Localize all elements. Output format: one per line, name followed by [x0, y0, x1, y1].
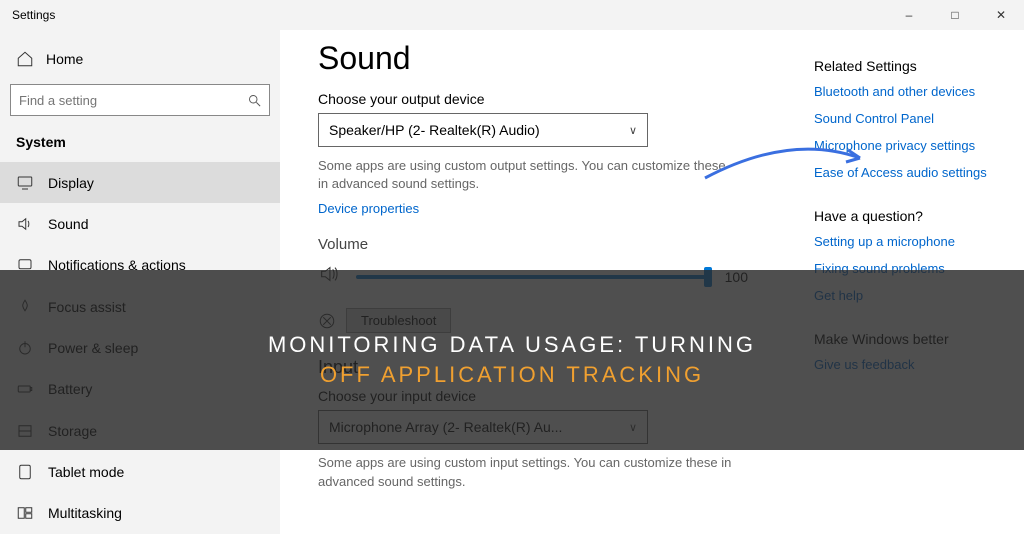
sidebar-item-label: Display [48, 175, 94, 191]
sidebar-item-sound[interactable]: Sound [0, 203, 280, 244]
home-label: Home [46, 51, 83, 67]
chevron-down-icon: ∨ [629, 124, 637, 137]
search-field[interactable] [11, 93, 239, 108]
output-device-value: Speaker/HP (2- Realtek(R) Audio) [329, 122, 540, 138]
related-link-ease-of-access[interactable]: Ease of Access audio settings [814, 165, 1004, 180]
output-device-label: Choose your output device [318, 91, 794, 107]
sidebar-group-label: System [0, 126, 280, 162]
sidebar-item-display[interactable]: Display [0, 162, 280, 203]
tablet-icon [16, 463, 34, 481]
question-heading: Have a question? [814, 208, 1004, 224]
related-heading: Related Settings [814, 58, 1004, 74]
sidebar-item-tablet[interactable]: Tablet mode [0, 451, 280, 492]
question-link-setup-mic[interactable]: Setting up a microphone [814, 234, 1004, 249]
title-bar: Settings – □ ✕ [0, 0, 1024, 30]
overlay-banner: MONITORING DATA USAGE: TURNING OFF APPLI… [0, 270, 1024, 450]
output-device-dropdown[interactable]: Speaker/HP (2- Realtek(R) Audio) ∨ [318, 113, 648, 147]
sidebar-item-label: Sound [48, 216, 88, 232]
page-title: Sound [318, 40, 794, 77]
device-properties-link[interactable]: Device properties [318, 201, 794, 216]
search-icon [239, 93, 269, 108]
overlay-line1: MONITORING DATA USAGE: TURNING [268, 332, 756, 358]
input-hint: Some apps are using custom input setting… [318, 454, 738, 490]
volume-label: Volume [318, 236, 794, 253]
minimize-button[interactable]: – [886, 0, 932, 30]
related-link-bluetooth[interactable]: Bluetooth and other devices [814, 84, 1004, 99]
maximize-button[interactable]: □ [932, 0, 978, 30]
sidebar-item-label: Multitasking [48, 505, 122, 521]
multitask-icon [16, 504, 34, 522]
display-icon [16, 174, 34, 192]
search-input[interactable] [10, 84, 270, 116]
related-link-sound-control-panel[interactable]: Sound Control Panel [814, 111, 1004, 126]
home-icon [16, 50, 34, 68]
output-hint: Some apps are using custom output settin… [318, 157, 738, 193]
overlay-line2: OFF APPLICATION TRACKING [320, 362, 704, 388]
sidebar-home[interactable]: Home [0, 40, 280, 78]
sidebar-item-label: Tablet mode [48, 464, 124, 480]
sidebar-item-multitask[interactable]: Multitasking [0, 493, 280, 534]
search-row [0, 78, 280, 126]
close-button[interactable]: ✕ [978, 0, 1024, 30]
window-title: Settings [0, 8, 886, 22]
related-link-mic-privacy[interactable]: Microphone privacy settings [814, 138, 1004, 153]
sound-icon [16, 215, 34, 233]
